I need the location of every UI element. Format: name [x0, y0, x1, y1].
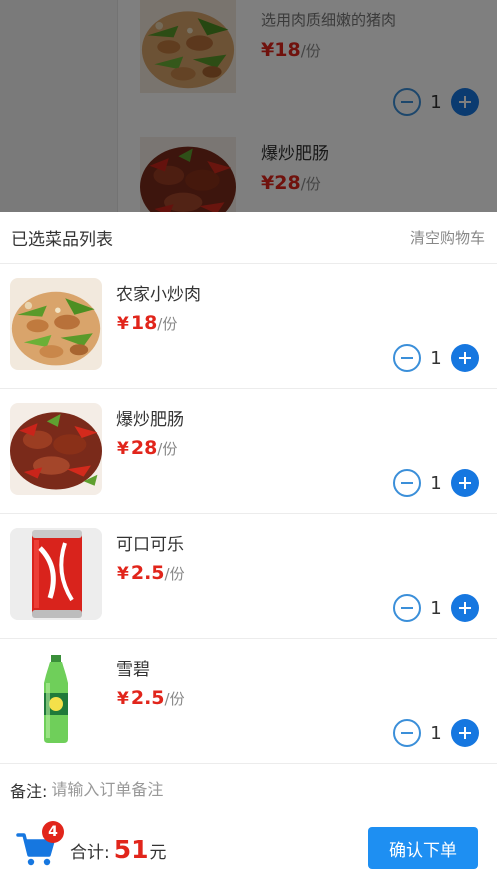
cart-item: 农家小炒肉 ¥18/份 1: [0, 264, 497, 389]
order-total: 合计: 51 元: [70, 835, 167, 864]
cart-button[interactable]: 4: [16, 821, 64, 869]
drink-name: 雪碧: [116, 660, 150, 680]
quantity-stepper: 1: [393, 344, 479, 372]
plus-icon: [459, 602, 471, 614]
dish-name: 农家小炒肉: [116, 285, 201, 305]
total-label: 合计:: [70, 843, 110, 863]
order-remark: 备注:: [0, 764, 497, 816]
quantity-value: 1: [430, 597, 442, 619]
dish-image: [10, 278, 102, 370]
minus-icon: [401, 482, 413, 484]
cart-header: 已选菜品列表 清空购物车: [0, 212, 497, 264]
plus-icon: [459, 352, 471, 364]
drink-name: 可口可乐: [116, 535, 184, 555]
quantity-stepper: 1: [393, 719, 479, 747]
plus-button[interactable]: [451, 344, 479, 372]
quantity-value: 1: [430, 347, 442, 369]
minus-button[interactable]: [393, 344, 421, 372]
checkout-bar: 4 合计: 51 元 确认下单: [0, 815, 497, 883]
minus-button[interactable]: [393, 594, 421, 622]
minus-icon: [401, 607, 413, 609]
cart-item: 雪碧 ¥2.5/份 1: [0, 639, 497, 764]
dish-name: 爆炒肥肠: [116, 410, 184, 430]
cart-item: 爆炒肥肠 ¥28/份 1: [0, 389, 497, 514]
quantity-value: 1: [430, 722, 442, 744]
cart-title: 已选菜品列表: [11, 230, 113, 250]
cart-panel: 已选菜品列表 清空购物车 农家小炒肉 ¥18/份 1 爆炒肥肠 ¥28/份 1 …: [0, 212, 497, 883]
drink-image: [10, 528, 102, 620]
plus-button[interactable]: [451, 594, 479, 622]
minus-button[interactable]: [393, 469, 421, 497]
drink-price: ¥2.5/份: [117, 687, 185, 709]
quantity-value: 1: [430, 472, 442, 494]
remark-label: 备注:: [10, 781, 48, 801]
minus-icon: [401, 357, 413, 359]
remark-input[interactable]: [51, 780, 432, 799]
minus-icon: [401, 732, 413, 734]
minus-button[interactable]: [393, 719, 421, 747]
total-amount: 51: [113, 835, 149, 864]
dish-price: ¥28/份: [117, 437, 178, 459]
quantity-stepper: 1: [393, 469, 479, 497]
cart-count-badge: 4: [42, 821, 64, 843]
dish-price: ¥18/份: [117, 312, 178, 334]
clear-cart-button[interactable]: 清空购物车: [410, 227, 485, 248]
plus-icon: [459, 727, 471, 739]
drink-price: ¥2.5/份: [117, 562, 185, 584]
confirm-order-button[interactable]: 确认下单: [368, 827, 478, 869]
plus-button[interactable]: [451, 719, 479, 747]
cart-item: 可口可乐 ¥2.5/份 1: [0, 514, 497, 639]
dish-image: [10, 403, 102, 495]
drink-image: [10, 653, 102, 745]
quantity-stepper: 1: [393, 594, 479, 622]
total-unit: 元: [149, 843, 167, 863]
plus-button[interactable]: [451, 469, 479, 497]
plus-icon: [459, 477, 471, 489]
dim-overlay[interactable]: [0, 0, 497, 212]
menu-background: 选用肉质细嫩的猪肉 ¥18/份 1 爆炒肥肠 ¥28/份: [0, 0, 497, 212]
